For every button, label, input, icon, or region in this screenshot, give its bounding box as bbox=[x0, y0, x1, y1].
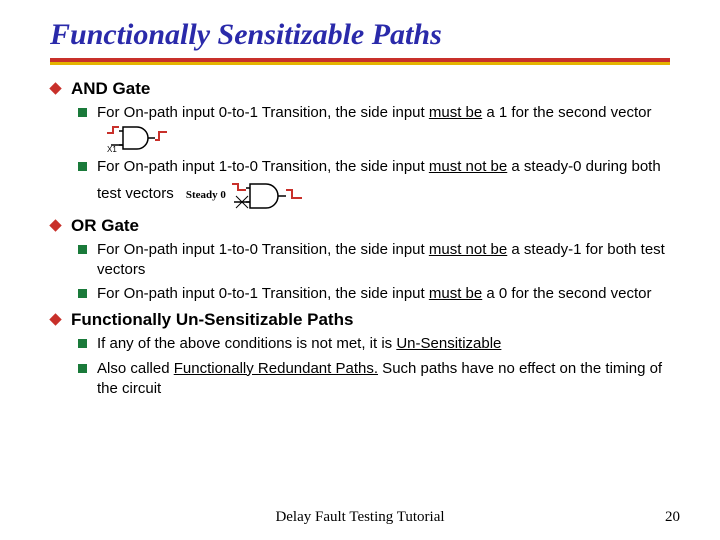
bullet-text: Also called Functionally Redundant Paths… bbox=[97, 359, 670, 400]
text-underline: Functionally Redundant Paths. bbox=[174, 360, 378, 377]
text-post: a 0 for the second vector bbox=[482, 285, 651, 302]
slide-title: Functionally Sensitizable Paths bbox=[50, 18, 670, 52]
heading-or-gate: OR Gate bbox=[50, 216, 670, 236]
text-underline: must not be bbox=[429, 241, 507, 258]
text-pre: If any of the above conditions is not me… bbox=[97, 335, 396, 352]
heading-and-gate: AND Gate bbox=[50, 79, 670, 99]
text-underline: Un-Sensitizable bbox=[396, 335, 501, 352]
text-underline: must not be bbox=[429, 158, 507, 175]
square-bullet-icon bbox=[78, 245, 87, 254]
text-pre: For On-path input 1-to-0 Transition, the… bbox=[97, 158, 429, 175]
square-bullet-icon bbox=[78, 364, 87, 373]
or-item-2: For On-path input 0-to-1 Transition, the… bbox=[78, 284, 670, 304]
diamond-bullet-icon bbox=[49, 314, 61, 326]
x1-label: X1 bbox=[107, 145, 117, 153]
heading-text: AND Gate bbox=[71, 79, 150, 99]
text-pre: Also called bbox=[97, 360, 174, 377]
and-item-1: For On-path input 0-to-1 Transition, the… bbox=[78, 103, 670, 153]
text-pre: For On-path input 0-to-1 Transition, the… bbox=[97, 104, 429, 121]
unsens-item-2: Also called Functionally Redundant Paths… bbox=[78, 359, 670, 400]
text-pre: For On-path input 1-to-0 Transition, the… bbox=[97, 241, 429, 258]
title-rule bbox=[50, 58, 670, 65]
diamond-bullet-icon bbox=[49, 219, 61, 231]
and-gate-icon bbox=[230, 178, 304, 210]
and-gate-icon: X1 bbox=[105, 123, 169, 153]
steady-label: Steady 0 bbox=[186, 188, 226, 200]
heading-text: Functionally Un-Sensitizable Paths bbox=[71, 310, 353, 330]
and-gate-diagram-1: X1 bbox=[105, 123, 169, 153]
and-gate-diagram-2: Steady 0 bbox=[186, 178, 304, 210]
unsens-item-1: If any of the above conditions is not me… bbox=[78, 334, 670, 354]
or-item-1: For On-path input 1-to-0 Transition, the… bbox=[78, 240, 670, 281]
bullet-text: For On-path input 1-to-0 Transition, the… bbox=[97, 157, 670, 209]
square-bullet-icon bbox=[78, 108, 87, 117]
heading-unsensitizable: Functionally Un-Sensitizable Paths bbox=[50, 310, 670, 330]
page-number: 20 bbox=[665, 509, 680, 526]
bullet-text: For On-path input 1-to-0 Transition, the… bbox=[97, 240, 670, 281]
text-underline: must be bbox=[429, 104, 482, 121]
footer-title: Delay Fault Testing Tutorial bbox=[275, 509, 444, 526]
and-item-2: For On-path input 1-to-0 Transition, the… bbox=[78, 157, 670, 209]
heading-text: OR Gate bbox=[71, 216, 139, 236]
text-post: a 1 for the second vector bbox=[482, 104, 651, 121]
text-underline: must be bbox=[429, 285, 482, 302]
bullet-text: For On-path input 0-to-1 Transition, the… bbox=[97, 103, 670, 153]
square-bullet-icon bbox=[78, 162, 87, 171]
square-bullet-icon bbox=[78, 289, 87, 298]
square-bullet-icon bbox=[78, 339, 87, 348]
bullet-text: For On-path input 0-to-1 Transition, the… bbox=[97, 284, 670, 304]
diamond-bullet-icon bbox=[49, 82, 61, 94]
text-pre: For On-path input 0-to-1 Transition, the… bbox=[97, 285, 429, 302]
bullet-text: If any of the above conditions is not me… bbox=[97, 334, 670, 354]
